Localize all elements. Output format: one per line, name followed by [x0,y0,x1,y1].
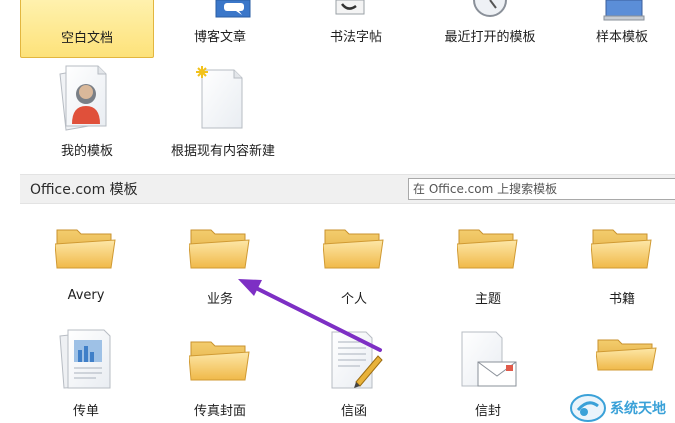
folder-icon [323,229,384,269]
office-search-input[interactable] [408,178,675,200]
category-label: 传真封面 [193,404,246,419]
folder-icon [189,229,250,269]
template-samples[interactable]: 样本模板 [562,0,675,58]
template-label: 样本模板 [595,30,648,45]
template-blog-post[interactable]: 博客文章 [160,0,280,58]
folder-icon [591,229,652,269]
office-templates-header: Office.com 模板 [20,174,675,204]
category-label: 书籍 [608,292,635,307]
template-recent[interactable]: 最近打开的模板 [430,0,550,58]
watermark-icon [570,394,606,422]
folder-icon [457,229,518,269]
category-label: 主题 [474,292,501,307]
category-label: Avery [67,288,105,303]
template-label: 我的模板 [60,144,113,159]
category-label: 信函 [340,404,367,419]
clock-icon [473,0,507,17]
section-title: Office.com 模板 [30,182,138,198]
category-folder-partial[interactable] [566,326,675,386]
template-label: 根据现有内容新建 [170,144,275,159]
category-envelopes[interactable]: 信封 [432,326,544,423]
category-books[interactable]: 书籍 [566,212,675,308]
template-label: 书法字帖 [329,30,382,45]
monitor-icon [603,0,645,21]
new-from-existing-icon [196,66,243,129]
envelope-icon [461,331,517,387]
template-my-templates[interactable]: 我的模板 [32,62,142,162]
category-business[interactable]: 业务 [164,212,276,308]
category-fax-cover[interactable]: 传真封面 [164,326,276,423]
folder-icon [596,339,657,371]
template-label: 博客文章 [193,30,246,45]
folder-icon [189,341,250,381]
category-label: 业务 [206,292,233,307]
template-blank-document[interactable]: 空白文档 [20,0,154,58]
category-label: 信封 [474,404,501,419]
category-personal[interactable]: 个人 [298,212,410,308]
letter-pen-icon [331,331,383,389]
category-themes[interactable]: 主题 [432,212,544,308]
category-flyers[interactable]: 传单 [30,326,142,423]
category-label: 个人 [340,292,367,307]
template-new-from-existing[interactable]: 根据现有内容新建 [160,62,286,162]
category-letters[interactable]: 信函 [298,326,410,423]
template-label: 空白文档 [60,31,113,46]
my-templates-icon [59,65,107,131]
folder-icon [55,229,116,269]
flyer-icon [59,329,111,389]
watermark-logo: 系统天地 [566,392,675,423]
category-avery[interactable]: Avery [30,212,142,308]
template-calligraphy[interactable]: 书法字帖 [296,0,416,58]
watermark-text: 系统天地 [610,401,666,417]
category-label: 传单 [72,404,99,419]
calligraphy-icon [335,0,365,15]
blog-post-icon [215,0,251,18]
template-label: 最近打开的模板 [444,30,536,45]
